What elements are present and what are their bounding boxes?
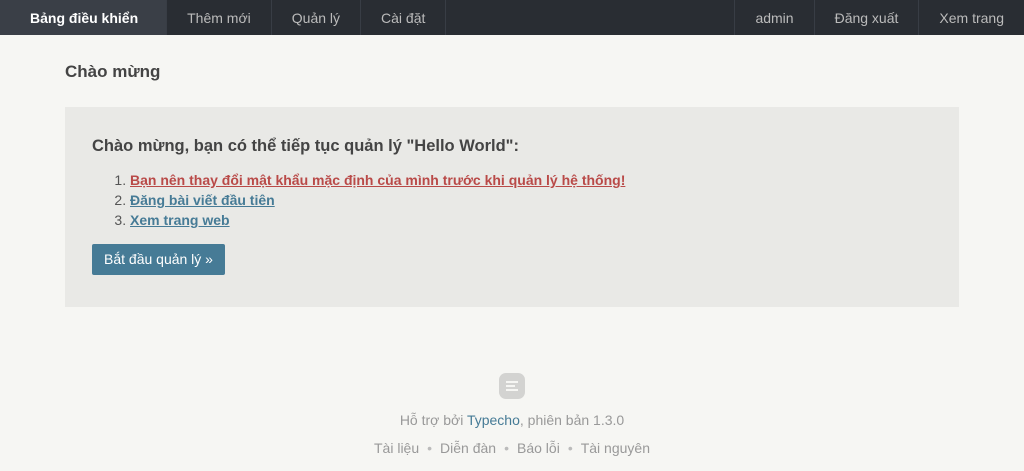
footer-link-forum[interactable]: Diễn đàn xyxy=(440,440,496,456)
typecho-link[interactable]: Typecho xyxy=(467,412,520,428)
main-content: Chào mừng Chào mừng, bạn có thể tiếp tục… xyxy=(65,35,959,307)
footer-links: Tài liệu • Diễn đàn • Báo lỗi • Tài nguyên xyxy=(0,438,1024,458)
nav-dashboard[interactable]: Bảng điều khiển xyxy=(0,0,168,35)
write-first-post-link[interactable]: Đăng bài viết đầu tiên xyxy=(130,192,275,208)
separator-dot: • xyxy=(427,440,433,456)
view-website-link[interactable]: Xem trang web xyxy=(130,212,230,228)
nav-add-new[interactable]: Thêm mới xyxy=(167,0,272,35)
top-nav-left: Bảng điều khiển Thêm mới Quản lý Cài đặt xyxy=(0,0,447,35)
nav-user-admin[interactable]: admin xyxy=(734,0,813,35)
nav-view-site[interactable]: Xem trang xyxy=(918,0,1024,35)
separator-dot: • xyxy=(567,440,573,456)
page-title: Chào mừng xyxy=(65,62,161,81)
list-item: Bạn nên thay đổi mật khẩu mặc định của m… xyxy=(130,170,932,190)
powered-by: Hỗ trợ bởi Typecho, phiên bản 1.3.0 xyxy=(0,410,1024,430)
change-password-link[interactable]: Bạn nên thay đổi mật khẩu mặc định của m… xyxy=(130,172,625,188)
welcome-heading: Chào mừng, bạn có thể tiếp tục quản lý "… xyxy=(92,137,519,155)
footer: Hỗ trợ bởi Typecho, phiên bản 1.3.0 Tài … xyxy=(0,373,1024,458)
footer-link-docs[interactable]: Tài liệu xyxy=(374,440,419,456)
welcome-steps-list: Bạn nên thay đổi mật khẩu mặc định của m… xyxy=(92,170,932,230)
top-nav-right: admin Đăng xuất Xem trang xyxy=(734,0,1024,35)
start-managing-button[interactable]: Bắt đầu quản lý » xyxy=(92,244,225,275)
footer-link-resources[interactable]: Tài nguyên xyxy=(581,440,650,456)
version-text: , phiên bản 1.3.0 xyxy=(519,412,625,428)
separator-dot: • xyxy=(504,440,509,456)
typecho-logo-icon[interactable] xyxy=(499,373,525,399)
list-item: Đăng bài viết đầu tiên xyxy=(130,190,932,210)
top-nav-bar: Bảng điều khiển Thêm mới Quản lý Cài đặt… xyxy=(0,0,1024,35)
list-item: Xem trang web xyxy=(130,210,932,230)
footer-link-report-bug[interactable]: Báo lỗi xyxy=(517,440,560,456)
powered-prefix: Hỗ trợ bởi xyxy=(399,412,467,428)
welcome-panel: Chào mừng, bạn có thể tiếp tục quản lý "… xyxy=(65,107,959,307)
nav-logout[interactable]: Đăng xuất xyxy=(813,0,919,35)
nav-settings[interactable]: Cài đặt xyxy=(361,0,447,35)
nav-manage[interactable]: Quản lý xyxy=(272,0,362,35)
